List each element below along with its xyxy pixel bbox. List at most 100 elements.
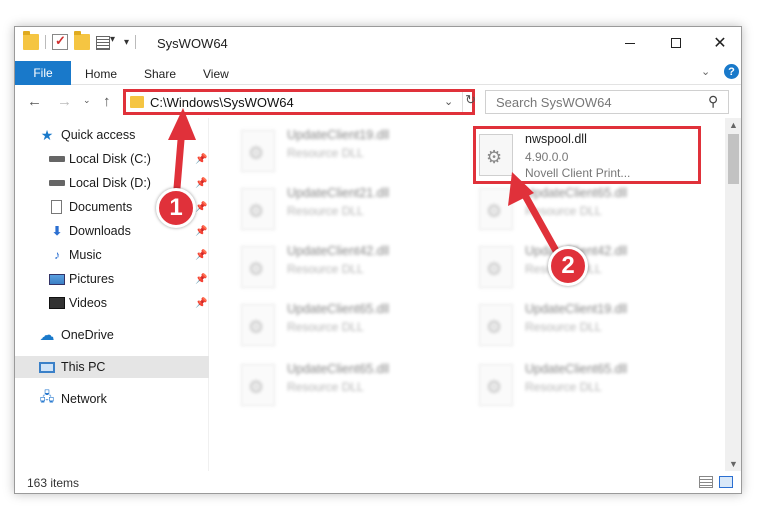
scroll-thumb[interactable] — [728, 134, 739, 184]
file-name: UpdateClient42.dll — [287, 244, 390, 258]
file-item[interactable]: UpdateClient65.dll Resource DLL — [479, 358, 689, 412]
sidebar-item-onedrive[interactable]: ☁ OneDrive — [15, 324, 209, 346]
computer-icon — [39, 361, 55, 373]
dll-file-icon — [241, 364, 275, 406]
status-bar: 163 items — [15, 471, 741, 493]
toolbar-separator — [135, 35, 137, 49]
sidebar-item-label: Local Disk (C:) — [69, 152, 151, 166]
file-type: Resource DLL — [525, 204, 602, 218]
sidebar-item-label: Quick access — [61, 128, 136, 142]
file-type: Resource DLL — [287, 320, 364, 334]
quick-access-toolbar: ▾ — [23, 31, 137, 50]
file-item[interactable]: UpdateClient19.dll Resource DLL — [241, 124, 451, 178]
sidebar-item-label: Pictures — [69, 272, 115, 286]
file-list: UpdateClient19.dll Resource DLL UpdateCl… — [211, 118, 725, 471]
vertical-scrollbar[interactable]: ▲ ▼ — [725, 118, 741, 471]
address-dropdown-icon[interactable]: ⌄ — [444, 95, 453, 108]
details-view-icon[interactable] — [699, 476, 713, 488]
pin-icon[interactable]: 📌 — [195, 250, 207, 261]
tab-share[interactable]: Share — [144, 67, 176, 81]
file-name: UpdateClient65.dll — [525, 186, 628, 200]
search-input[interactable] — [486, 91, 696, 113]
sidebar-item-local-disk-c[interactable]: Local Disk (C:) 📌 — [15, 148, 209, 170]
recent-locations-chevron-icon[interactable]: ⌄ — [83, 95, 91, 106]
dll-file-icon — [241, 246, 275, 288]
sidebar-item-quick-access[interactable]: ★ Quick access — [15, 124, 209, 146]
disk-icon — [49, 156, 65, 162]
download-icon: ⬇ — [51, 224, 63, 238]
tab-view[interactable]: View — [203, 67, 229, 81]
tab-file[interactable]: File — [15, 61, 71, 85]
refresh-icon[interactable]: ↻ — [462, 92, 476, 112]
sidebar-item-label: Network — [61, 392, 107, 406]
file-name: UpdateClient19.dll — [525, 302, 628, 316]
sidebar-item-this-pc[interactable]: This PC — [15, 356, 209, 378]
sidebar-item-pictures[interactable]: Pictures 📌 — [15, 268, 209, 290]
address-bar[interactable]: C:\Windows\SysWOW64 ⌄ ↻ — [123, 89, 476, 115]
sidebar-item-music[interactable]: ♪ Music 📌 — [15, 244, 209, 266]
large-icons-view-icon[interactable] — [719, 476, 733, 488]
folder-icon[interactable] — [23, 31, 39, 50]
file-item[interactable]: UpdateClient21.dll Resource DLL — [241, 182, 451, 236]
sidebar-item-label: This PC — [61, 360, 106, 374]
window-title: SysWOW64 — [157, 36, 228, 51]
dll-file-icon — [479, 246, 513, 288]
properties-check-icon[interactable] — [52, 33, 68, 50]
file-item[interactable]: UpdateClient65.dll Resource DLL — [479, 182, 689, 236]
customize-view-icon[interactable] — [96, 34, 118, 50]
scroll-down-icon[interactable]: ▼ — [729, 459, 738, 469]
expand-ribbon-chevron-icon[interactable]: ⌄ — [701, 65, 710, 78]
close-button[interactable]: ✕ — [697, 27, 741, 59]
pin-icon[interactable]: 📌 — [195, 178, 207, 189]
sidebar-item-network[interactable]: 🖧 Network — [15, 388, 209, 410]
file-explorer-window: ▾ SysWOW64 ✕ File Home Share View ⌄ ? ← … — [14, 26, 742, 494]
forward-arrow-icon[interactable]: → — [57, 93, 72, 110]
back-arrow-icon[interactable]: ← — [27, 93, 42, 110]
file-type: Resource DLL — [287, 204, 364, 218]
file-type: Resource DLL — [287, 262, 364, 276]
sidebar-item-label: Music — [69, 248, 102, 262]
maximize-button[interactable] — [653, 27, 699, 59]
documents-icon — [51, 200, 62, 214]
maximize-icon — [671, 38, 681, 48]
tab-home[interactable]: Home — [85, 67, 117, 81]
pin-icon[interactable]: 📌 — [195, 298, 207, 309]
cloud-icon: ☁ — [39, 327, 55, 344]
dll-file-icon — [241, 188, 275, 230]
dll-file-icon — [479, 364, 513, 406]
pin-icon[interactable]: 📌 — [195, 226, 207, 237]
file-type: Resource DLL — [287, 380, 364, 394]
videos-icon — [49, 297, 65, 309]
file-name: UpdateClient19.dll — [287, 128, 390, 142]
file-item[interactable]: UpdateClient19.dll Resource DLL — [479, 298, 689, 352]
file-name: UpdateClient65.dll — [525, 362, 628, 376]
dll-file-icon — [241, 130, 275, 172]
address-folder-icon — [130, 96, 144, 108]
up-arrow-icon[interactable]: ↑ — [103, 93, 111, 110]
file-item[interactable]: UpdateClient65.dll Resource DLL — [241, 298, 451, 352]
file-item[interactable]: UpdateClient65.dll Resource DLL — [241, 358, 451, 412]
step-2-badge: 2 — [548, 246, 588, 286]
sidebar-item-label: OneDrive — [61, 328, 114, 342]
customize-toolbar-dropdown-icon[interactable]: ▾ — [124, 37, 129, 48]
search-icon[interactable]: ⚲ — [708, 93, 718, 110]
scroll-up-icon[interactable]: ▲ — [729, 120, 738, 130]
pin-icon[interactable]: 📌 — [195, 154, 207, 165]
pin-icon[interactable]: 📌 — [195, 274, 207, 285]
dll-file-icon — [479, 304, 513, 346]
pictures-icon — [49, 273, 65, 285]
file-name: UpdateClient65.dll — [287, 302, 390, 316]
navigation-pane: ★ Quick access Local Disk (C:) 📌 Local D… — [15, 118, 209, 471]
new-folder-icon[interactable] — [74, 31, 90, 50]
pin-icon[interactable]: 📌 — [195, 202, 207, 213]
file-item[interactable]: UpdateClient42.dll Resource DLL — [241, 240, 451, 294]
sidebar-item-videos[interactable]: Videos 📌 — [15, 292, 209, 314]
network-icon: 🖧 — [39, 389, 55, 404]
minimize-button[interactable] — [607, 27, 653, 59]
search-box[interactable]: ⚲ — [485, 90, 729, 114]
help-icon[interactable]: ? — [724, 64, 739, 79]
file-type: Resource DLL — [287, 146, 364, 160]
address-path[interactable]: C:\Windows\SysWOW64 — [150, 95, 294, 110]
file-type: Resource DLL — [525, 320, 602, 334]
disk-icon — [49, 180, 65, 186]
